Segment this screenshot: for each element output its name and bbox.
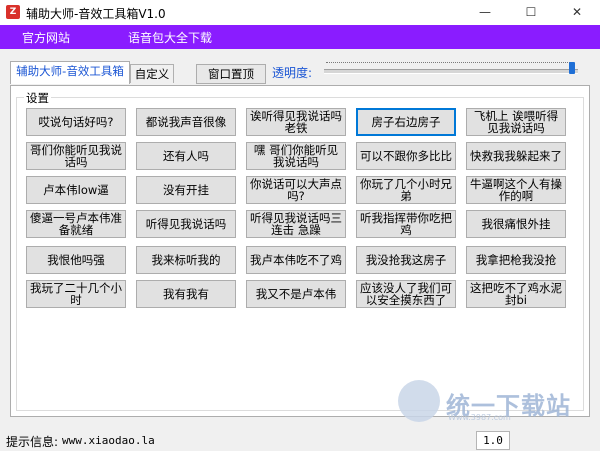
sound-button-r4-c4[interactable]: 听我指挥带你吃把鸡: [356, 210, 456, 238]
slider-ticks: [326, 62, 572, 67]
slider-thumb[interactable]: [569, 62, 575, 74]
opacity-label: 透明度:: [272, 66, 313, 80]
sound-button-r4-c1[interactable]: 傻逼一号卢本伟准备就绪: [26, 210, 126, 238]
slider-track: [324, 69, 578, 74]
sound-button-r3-c3[interactable]: 你说话可以大声点吗?: [246, 176, 346, 204]
tab-sound-toolbox[interactable]: 辅助大师-音效工具箱: [10, 61, 130, 84]
sound-button-r6-c4[interactable]: 应该没人了我们可以安全摸东西了: [356, 280, 456, 308]
watermark-icon: [398, 380, 440, 422]
watermark-sub: Www.3987.com: [448, 413, 511, 422]
sound-button-r2-c1[interactable]: 哥们你能听见我说话吗: [26, 142, 126, 170]
sound-button-r5-c1[interactable]: 我恨他吗强: [26, 246, 126, 274]
tab-custom[interactable]: 自定义: [130, 64, 174, 83]
sound-button-r6-c3[interactable]: 我又不是卢本伟: [246, 280, 346, 308]
window-top-button[interactable]: 窗口置顶: [196, 64, 266, 84]
version-field: 1.0: [476, 431, 510, 450]
minimize-button[interactable]: —: [462, 0, 508, 25]
sound-button-r4-c2[interactable]: 听得见我说话吗: [136, 210, 236, 238]
sound-button-r2-c5[interactable]: 快救我我躲起来了: [466, 142, 566, 170]
sound-button-r6-c5[interactable]: 这把吃不了鸡水泥封bi: [466, 280, 566, 308]
sound-button-r4-c3[interactable]: 听得见我说话吗三连击 急躁: [246, 210, 346, 238]
sound-button-r3-c4[interactable]: 你玩了几个小时兄弟: [356, 176, 456, 204]
sound-button-r6-c1[interactable]: 我玩了二十几个小时: [26, 280, 126, 308]
title-bar: Z 辅助大师-音效工具箱V1.0 — ☐ ✕: [0, 0, 600, 26]
status-bar: 提示信息: www.xiaodao.la 1.0: [0, 430, 600, 451]
sound-button-r2-c2[interactable]: 还有人吗: [136, 142, 236, 170]
maximize-button[interactable]: ☐: [508, 0, 554, 25]
sound-button-r5-c5[interactable]: 我拿把枪我没抢: [466, 246, 566, 274]
sound-button-r3-c1[interactable]: 卢本伟low逼: [26, 176, 126, 204]
menu-official-site[interactable]: 官方网站: [22, 29, 70, 46]
sound-button-r3-c5[interactable]: 牛逼啊这个人有操作的啊: [466, 176, 566, 204]
watermark-logo: 统一下载站 Www.3987.com: [398, 380, 588, 426]
sound-button-r5-c4[interactable]: 我没抢我这房子: [356, 246, 456, 274]
sound-button-r2-c4[interactable]: 可以不跟你多比比: [356, 142, 456, 170]
sound-button-r1-c5[interactable]: 飞机上 诶喂听得见我说话吗: [466, 108, 566, 136]
sound-button-r3-c2[interactable]: 没有开挂: [136, 176, 236, 204]
sound-button-r1-c2[interactable]: 都说我声音很像: [136, 108, 236, 136]
sound-button-r1-c1[interactable]: 哎说句话好吗?: [26, 108, 126, 136]
sound-button-r5-c2[interactable]: 我来标听我的: [136, 246, 236, 274]
status-text: www.xiaodao.la: [62, 434, 155, 447]
menu-bar: 官方网站 语音包大全下载: [0, 25, 600, 49]
sound-button-r1-c3[interactable]: 诶听得见我说话吗老铁: [246, 108, 346, 136]
status-label: 提示信息:: [6, 435, 59, 449]
sound-button-r1-c4[interactable]: 房子右边房子: [356, 108, 456, 136]
window-title: 辅助大师-音效工具箱V1.0: [26, 7, 166, 21]
sound-button-r6-c2[interactable]: 我有我有: [136, 280, 236, 308]
settings-group-label: 设置: [24, 90, 51, 106]
opacity-slider[interactable]: [320, 62, 582, 76]
sound-button-r5-c3[interactable]: 我卢本伟吃不了鸡: [246, 246, 346, 274]
sound-button-r4-c5[interactable]: 我很痛恨外挂: [466, 210, 566, 238]
sound-button-r2-c3[interactable]: 嘿 哥们你能听见我说话吗: [246, 142, 346, 170]
close-button[interactable]: ✕: [554, 0, 600, 25]
menu-voice-pack-download[interactable]: 语音包大全下载: [128, 29, 212, 46]
app-icon: Z: [6, 5, 20, 19]
